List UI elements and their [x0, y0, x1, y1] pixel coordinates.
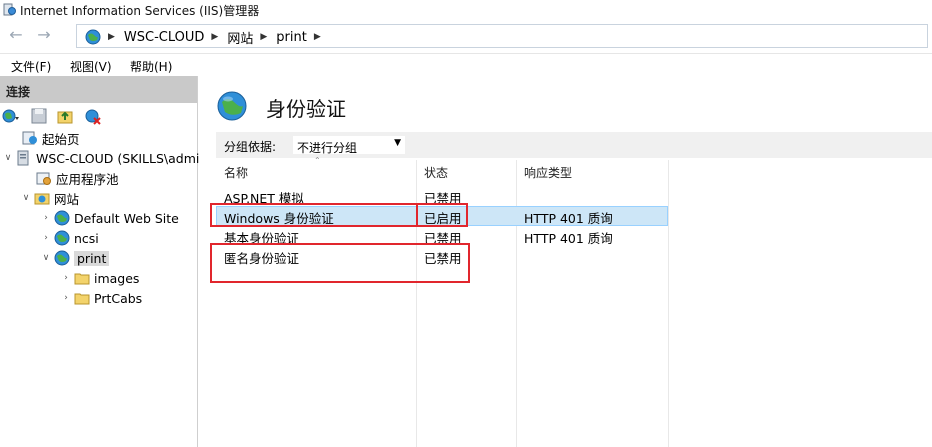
breadcrumb-item-server[interactable]: WSC-CLOUD — [124, 30, 205, 45]
address-bar: ← → ▶ WSC-CLOUD ▶ 网站 ▶ print ▶ — [0, 20, 932, 52]
menu-view[interactable]: 视图(V) — [70, 58, 112, 75]
tree-item-prtcabs[interactable]: › PrtCabs — [60, 288, 142, 308]
server-icon — [17, 150, 29, 166]
chevron-right-icon: ▶ — [211, 32, 219, 42]
website-globe-icon — [54, 210, 70, 226]
app-pool-icon — [36, 172, 51, 185]
connections-pane: 连接 起始页 ∨ WSC-CLOUD (SKILLS\admi 应用程序池 ∨ … — [0, 76, 199, 447]
tree-label-selected: print — [74, 250, 110, 266]
sites-folder-icon — [34, 193, 50, 205]
tree-item-sites[interactable]: ∨ 网站 — [20, 188, 79, 208]
chevron-down-icon: ▼ — [394, 138, 401, 148]
tree-label: 网站 — [54, 191, 80, 207]
website-globe-icon — [54, 250, 70, 266]
tree-label: Default Web Site — [74, 210, 179, 226]
chevron-right-icon[interactable]: › — [60, 293, 72, 303]
expanded-chevron-icon[interactable]: ∨ — [40, 253, 52, 263]
website-globe-icon — [54, 230, 70, 246]
menu-bar: 文件(F) 视图(V) 帮助(H) — [0, 53, 932, 76]
sort-ascending-icon: ⌃ — [314, 156, 321, 165]
breadcrumb-item-print[interactable]: print — [276, 30, 307, 45]
globe-icon — [85, 29, 101, 45]
chevron-right-icon[interactable]: ▶ — [314, 32, 321, 42]
tree-label: 应用程序池 — [56, 171, 119, 187]
highlight-box-windows-auth-status — [416, 203, 468, 227]
column-header-name[interactable]: 名称 — [224, 164, 248, 186]
page-title: 身份验证 — [266, 97, 346, 121]
column-divider — [668, 160, 669, 447]
tree-item-ncsi[interactable]: › ncsi — [40, 228, 99, 248]
feature-pane: 身份验证 分组依据: 不进行分组 ▼ 名称 ⌃ 状态 响应类型 ASP.NET … — [206, 76, 932, 447]
forward-arrow-icon[interactable]: → — [34, 26, 54, 44]
chevron-right-icon: ▶ — [260, 32, 268, 42]
window-title: Internet Information Services (IIS)管理器 — [20, 4, 260, 18]
chevron-right-icon: ▶ — [108, 32, 115, 42]
back-arrow-icon[interactable]: ← — [6, 26, 26, 44]
connect-globe-icon[interactable] — [2, 107, 20, 125]
group-by-value: 不进行分组 — [297, 141, 358, 155]
authentication-globe-icon — [217, 91, 247, 121]
highlight-box-windows-auth-name — [210, 203, 418, 227]
column-header-response-type[interactable]: 响应类型 — [524, 164, 572, 186]
up-folder-icon[interactable] — [56, 107, 74, 125]
tree-item-default-web-site[interactable]: › Default Web Site — [40, 208, 179, 228]
save-icon[interactable] — [30, 107, 48, 125]
tree-label: PrtCabs — [94, 290, 143, 306]
tree-label: images — [94, 270, 140, 286]
disconnect-icon[interactable] — [84, 107, 102, 125]
group-by-bar: 分组依据: 不进行分组 ▼ — [216, 132, 932, 158]
authentication-list: 名称 ⌃ 状态 响应类型 ASP.NET 模拟 已禁用 Windows 身份验证… — [210, 156, 932, 447]
expanded-chevron-icon[interactable]: ∨ — [20, 193, 32, 203]
connections-toolbar — [0, 105, 197, 127]
iis-app-icon — [3, 3, 16, 16]
tree-label: ncsi — [74, 230, 99, 246]
cell-response: HTTP 401 质询 — [524, 231, 613, 246]
tree-label: WSC-CLOUD (SKILLS\admi — [36, 150, 200, 166]
chevron-right-icon[interactable]: › — [40, 213, 52, 223]
window-title-bar: Internet Information Services (IIS)管理器 — [0, 0, 932, 20]
chevron-right-icon[interactable]: › — [40, 233, 52, 243]
breadcrumb[interactable]: ▶ WSC-CLOUD ▶ 网站 ▶ print ▶ — [76, 24, 928, 48]
menu-file[interactable]: 文件(F) — [11, 58, 51, 75]
tree-item-server[interactable]: ∨ WSC-CLOUD (SKILLS\admi — [2, 148, 199, 168]
folder-icon — [74, 273, 90, 285]
chevron-right-icon[interactable]: › — [60, 273, 72, 283]
group-by-dropdown[interactable]: 不进行分组 ▼ — [292, 135, 406, 155]
folder-icon — [74, 293, 90, 305]
column-header-status[interactable]: 状态 — [424, 164, 448, 186]
connections-title: 连接 — [6, 85, 31, 99]
menu-help[interactable]: 帮助(H) — [130, 58, 172, 75]
cell-response: HTTP 401 质询 — [524, 211, 613, 226]
breadcrumb-item-sites[interactable]: 网站 — [227, 28, 253, 47]
connections-header: 连接 — [0, 76, 197, 103]
tree-item-print[interactable]: ∨ print — [40, 248, 110, 268]
highlight-box-anonymous-auth — [210, 243, 470, 283]
expanded-chevron-icon[interactable]: ∨ — [2, 153, 14, 163]
tree-item-images[interactable]: › images — [60, 268, 139, 288]
group-by-label: 分组依据: — [224, 140, 277, 154]
start-page-icon — [22, 131, 37, 145]
tree-item-app-pools[interactable]: 应用程序池 — [34, 168, 119, 188]
tree-label: 起始页 — [42, 131, 80, 147]
tree-item-start-page[interactable]: 起始页 — [20, 128, 80, 148]
